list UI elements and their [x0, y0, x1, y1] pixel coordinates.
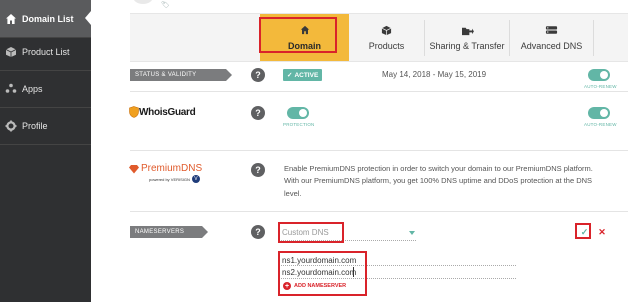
- divider: [0, 144, 91, 145]
- verisign-check-icon: V: [191, 175, 200, 183]
- tab-bar: Domain Products Sharing & Transfer Advan…: [130, 13, 628, 62]
- auto-renew-caption: AUTO-RENEW: [584, 84, 617, 89]
- tab-advanced-dns[interactable]: Advanced DNS: [510, 14, 593, 61]
- status-validity-label: STATUS & VALIDITY: [130, 69, 232, 81]
- sidebar-item-label: Apps: [22, 83, 43, 94]
- sidebar-item-label: Domain List: [22, 13, 74, 24]
- whoisguard-logo-text: WhoisGuard: [139, 106, 196, 118]
- apps-icon: [5, 83, 17, 95]
- gear-icon: [5, 120, 17, 132]
- whoisguard-auto-renew-caption: AUTO-RENEW: [584, 122, 617, 127]
- whoisguard-help-icon[interactable]: ?: [251, 106, 265, 120]
- tab-label: Sharing & Transfer: [429, 41, 505, 51]
- divider: [130, 211, 628, 212]
- premiumdns-diamond-icon: [129, 164, 139, 173]
- whoisguard-auto-renew-toggle[interactable]: [588, 107, 610, 119]
- domain-avatar: [133, 0, 153, 4]
- main-content: 🏷 Domain Products Sharing & Transfer Adv…: [91, 0, 628, 302]
- home-icon: [5, 13, 17, 25]
- check-icon: ✓: [287, 72, 293, 79]
- nameservers-help-icon[interactable]: ?: [251, 225, 265, 239]
- premiumdns-help-icon[interactable]: ?: [251, 163, 265, 177]
- divider: [130, 91, 628, 92]
- auto-renew-toggle[interactable]: [588, 69, 610, 81]
- tab-products[interactable]: Products: [349, 14, 424, 61]
- sidebar-item-profile[interactable]: Profile: [0, 107, 91, 144]
- tab-label: Advanced DNS: [520, 41, 583, 51]
- sidebar-item-apps[interactable]: Apps: [0, 70, 91, 107]
- sidebar-item-domain-list[interactable]: Domain List: [0, 0, 91, 37]
- protection-toggle[interactable]: [287, 107, 309, 119]
- protection-caption: PROTECTION: [283, 122, 315, 127]
- premiumdns-logo-subtext: powered by VERISIGN: [149, 176, 190, 182]
- description-line: With our PremiumDNS platform, you get 10…: [284, 176, 593, 186]
- sidebar-item-label: Profile: [22, 120, 48, 131]
- nameservers-label: NAMESERVERS: [130, 226, 208, 238]
- validity-dates: May 14, 2018 - May 15, 2019: [382, 70, 487, 79]
- close-icon: ✕: [598, 227, 606, 237]
- dns-select-highlight: [278, 222, 344, 243]
- save-button-highlight: [575, 223, 591, 239]
- chevron-down-icon[interactable]: [409, 231, 415, 235]
- description-line: level.: [284, 188, 302, 198]
- premiumdns-logo-text: PremiumDNS: [141, 163, 203, 174]
- box-icon: [380, 24, 394, 36]
- description-line: Enable PremiumDNS protection in order to…: [284, 164, 593, 173]
- divider: [130, 150, 628, 151]
- tab-domain-highlight: [259, 17, 337, 53]
- box-icon: [5, 46, 17, 58]
- sidebar: Domain List Product List Apps Profile: [0, 0, 91, 302]
- status-help-icon[interactable]: ?: [251, 68, 265, 82]
- whoisguard-shield-icon: [129, 106, 139, 118]
- nameserver-inputs-highlight: [278, 251, 367, 296]
- sidebar-item-product-list[interactable]: Product List: [0, 33, 91, 70]
- premiumdns-logo: PremiumDNS powered by VERISIGN V: [129, 163, 202, 183]
- tag-icon: 🏷: [161, 2, 170, 9]
- tab-label: Products: [368, 41, 405, 51]
- cancel-nameservers-button[interactable]: ✕: [596, 226, 608, 239]
- whoisguard-logo: WhoisGuard: [129, 106, 196, 118]
- premiumdns-description: Enable PremiumDNS protection in order to…: [284, 163, 624, 200]
- tab-sharing-transfer[interactable]: Sharing & Transfer: [425, 14, 509, 61]
- status-badge-label: ACTIVE: [294, 71, 319, 79]
- status-badge: ✓ ACTIVE: [283, 69, 323, 81]
- dns-icon: [545, 24, 559, 36]
- divider: [593, 20, 594, 56]
- sidebar-item-label: Product List: [22, 46, 70, 57]
- share-icon: [460, 24, 474, 36]
